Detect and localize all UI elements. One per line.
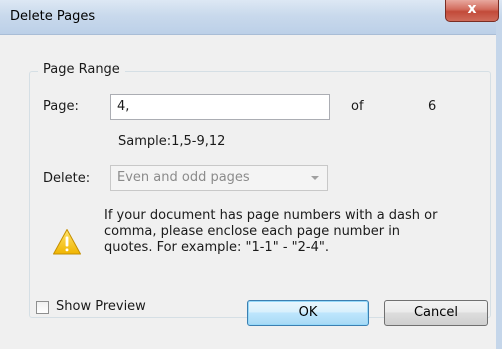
warning-icon [53,229,81,255]
dialog-title: Delete Pages [10,9,96,24]
close-icon: x [467,1,477,17]
dialog-body: Page Range Page: of 6 Sample:1,5-9,12 De… [0,35,496,349]
delete-type-select[interactable]: Even and odd pages [110,165,328,191]
notice-line: comma, please enclose each page number i… [104,224,401,239]
page-number-notice: If your document has page numbers with a… [104,208,484,256]
page-range-legend: Page Range [38,62,125,77]
sample-hint: Sample:1,5-9,12 [118,134,226,149]
show-preview-label[interactable]: Show Preview [56,299,146,314]
delete-label: Delete: [43,171,91,186]
title-bar[interactable]: Delete Pages x [0,0,502,35]
ok-button[interactable]: OK [247,300,369,326]
page-range-input-box[interactable] [110,94,330,120]
chevron-down-icon [311,176,319,180]
window-border [496,21,502,349]
page-range-input[interactable] [111,95,323,117]
page-label: Page: [43,99,79,114]
notice-line: quotes. For example: "1-1" - "2-4". [104,240,329,255]
total-pages: 6 [428,99,437,114]
delete-pages-dialog: Delete Pages x Page Range Page: of 6 Sam… [0,0,502,349]
delete-type-value: Even and odd pages [117,170,250,185]
close-button[interactable]: x [445,0,499,22]
notice-line: If your document has page numbers with a… [104,208,438,223]
of-label: of [351,99,364,114]
cancel-button[interactable]: Cancel [384,300,488,326]
show-preview-checkbox[interactable] [36,301,49,314]
